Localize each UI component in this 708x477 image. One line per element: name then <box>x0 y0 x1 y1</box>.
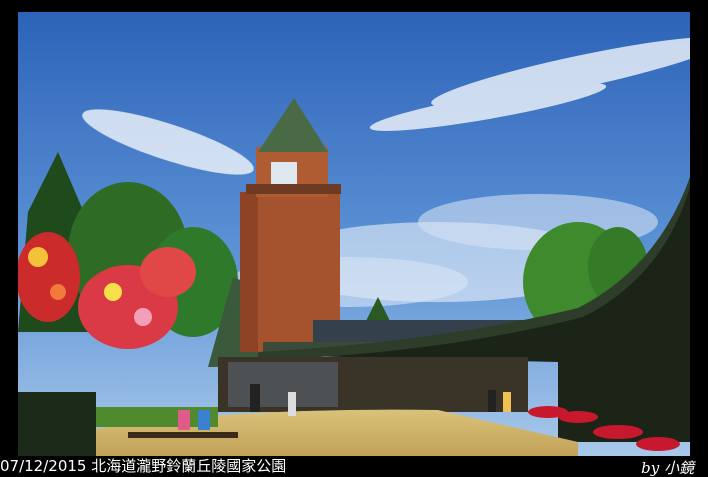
photo <box>18 12 690 456</box>
photo-caption: 07/12/2015 北海道瀧野鈴蘭丘陵國家公園 <box>0 457 287 475</box>
bench <box>128 432 238 438</box>
photographer-signature: by 小鏡 <box>641 459 694 477</box>
